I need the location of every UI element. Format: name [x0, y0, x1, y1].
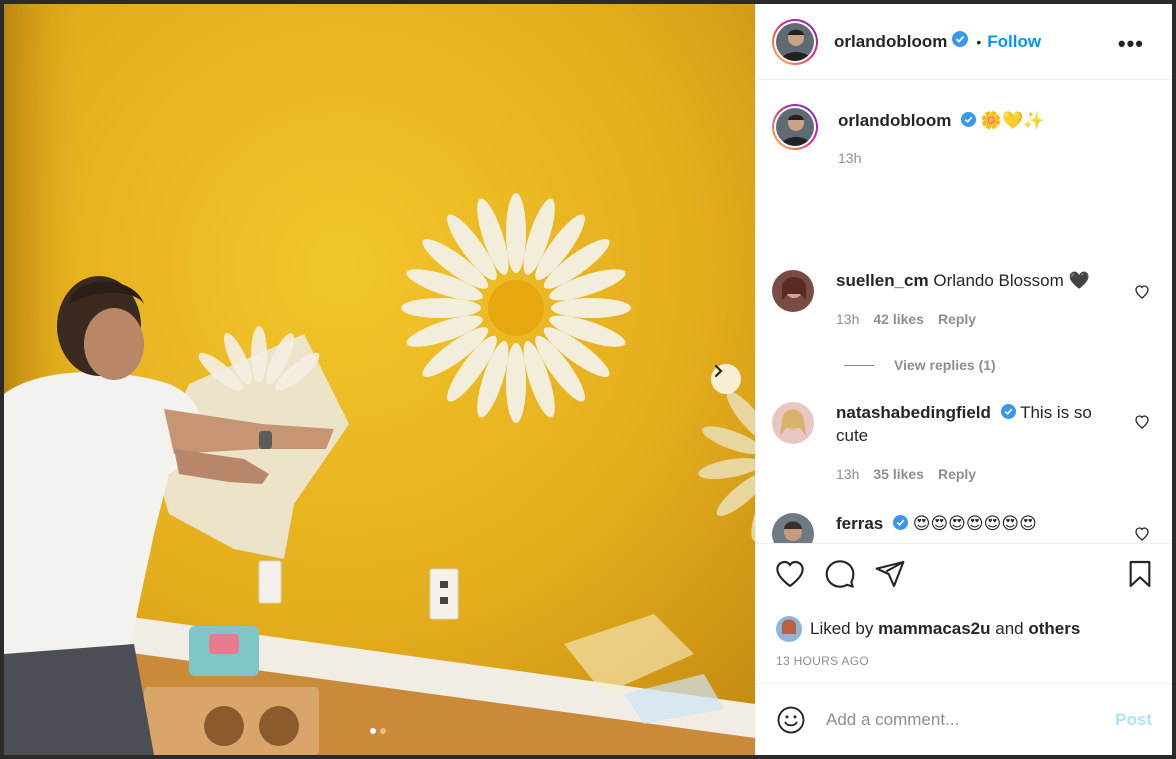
comment-avatar[interactable] — [772, 270, 814, 312]
caption-time[interactable]: 13h — [838, 147, 861, 169]
verified-icon — [961, 111, 977, 133]
replies-line — [844, 364, 874, 366]
caption-username[interactable]: orlandobloom — [838, 111, 951, 130]
comment-username[interactable]: suellen_cm — [836, 271, 929, 290]
view-replies-button[interactable]: View replies (1) — [844, 357, 996, 373]
comments-list: orlandobloom 🌼💛✨ 13h suellen_cm Orlando … — [756, 80, 1172, 543]
heart-icon[interactable] — [1134, 526, 1150, 542]
comment-reply-button[interactable]: Reply — [938, 308, 976, 330]
bookmark-icon[interactable] — [1124, 558, 1156, 590]
liked-by-prefix: Liked by — [810, 619, 874, 638]
likes-summary: Liked by mammacas2u and others — [776, 616, 1080, 642]
post-comment-button[interactable]: Post — [1115, 710, 1152, 730]
comment-username[interactable]: natashabedingfield — [836, 403, 991, 422]
comment-avatar[interactable] — [772, 402, 814, 444]
comment-item: ferras 😍😍😍😍😍😍😍 — [772, 513, 1126, 543]
comment-reply-button[interactable]: Reply — [938, 463, 976, 485]
liker-avatar[interactable] — [776, 616, 802, 642]
photo-image — [4, 4, 755, 755]
post-sidebar: orlandobloom • Follow ••• orlandobloom 🌼… — [755, 4, 1172, 755]
header-bullet: • — [976, 33, 982, 50]
liked-by-user[interactable]: mammacas2u — [878, 619, 990, 639]
author-avatar[interactable] — [772, 18, 818, 65]
more-icon[interactable]: ••• — [1118, 31, 1144, 57]
heart-icon[interactable] — [774, 558, 806, 590]
verified-icon — [1000, 403, 1016, 425]
post-actions: Liked by mammacas2u and others 13 HOURS … — [756, 543, 1172, 683]
view-replies-label[interactable]: View replies (1) — [894, 357, 996, 373]
add-comment-bar: Add a comment... Post — [756, 683, 1172, 755]
carousel-dot-2 — [380, 728, 386, 734]
follow-button[interactable]: Follow — [987, 32, 1041, 52]
comment-text: 😍😍😍😍😍😍😍 — [912, 514, 1037, 533]
comment-username[interactable]: ferras — [836, 514, 883, 533]
post-photo — [4, 4, 755, 755]
post-caption: orlandobloom 🌼💛✨ 13h — [772, 104, 1128, 169]
verified-icon — [952, 31, 969, 52]
post-timestamp[interactable]: 13 HOURS AGO — [776, 654, 869, 668]
post-header: orlandobloom • Follow ••• — [756, 4, 1172, 80]
liked-by-and: and — [995, 619, 1024, 638]
comment-item: natashabedingfield This is so cute 13h 3… — [772, 402, 1126, 485]
carousel-next-button[interactable] — [711, 364, 741, 394]
carousel-dot-1 — [370, 728, 376, 734]
comment-time[interactable]: 13h — [836, 463, 859, 485]
chevron-right-icon — [714, 364, 723, 378]
post-modal: orlandobloom • Follow ••• orlandobloom 🌼… — [4, 4, 1172, 755]
comment-input[interactable]: Add a comment... — [826, 710, 1115, 730]
share-icon[interactable] — [874, 558, 906, 590]
author-username[interactable]: orlandobloom — [834, 32, 947, 52]
comment-time[interactable]: 13h — [836, 308, 859, 330]
heart-icon[interactable] — [1134, 414, 1150, 430]
comment-likes[interactable]: 35 likes — [873, 463, 924, 485]
liked-by-others[interactable]: others — [1028, 619, 1080, 639]
verified-icon — [893, 514, 908, 536]
comment-avatar[interactable] — [772, 513, 814, 543]
caption-text: 🌼💛✨ — [980, 111, 1045, 130]
comment-text: Orlando Blossom 🖤 — [933, 271, 1090, 290]
emoji-icon[interactable] — [776, 705, 806, 735]
comment-item: suellen_cm Orlando Blossom 🖤 13h 42 like… — [772, 270, 1126, 330]
comment-icon[interactable] — [824, 558, 856, 590]
caption-avatar[interactable] — [772, 104, 818, 150]
comment-likes[interactable]: 42 likes — [873, 308, 924, 330]
heart-icon[interactable] — [1134, 284, 1150, 300]
carousel-dots — [370, 728, 386, 734]
